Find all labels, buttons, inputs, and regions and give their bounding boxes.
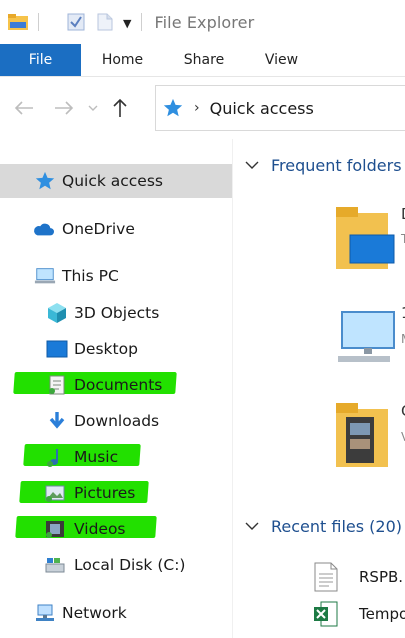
recent-files-header[interactable]: Recent files (20) [245, 514, 402, 538]
back-button[interactable] [4, 88, 44, 128]
address-bar[interactable]: › Quick access [155, 85, 405, 131]
folder-name: D [401, 205, 405, 223]
section-title: Frequent folders [271, 155, 402, 175]
toolbar-separator [141, 13, 143, 31]
content-pane: Frequent folders D T 1 M C V Recent file… [233, 139, 405, 638]
arrow-right-icon [55, 101, 74, 115]
text-file-icon [314, 562, 338, 592]
nav-item-videos[interactable]: Videos [0, 512, 232, 546]
list-item[interactable]: RSPB. [313, 562, 403, 592]
nav-item-label: Documents [74, 376, 163, 394]
nav-item-label: Pictures [74, 484, 136, 502]
nav-item-desktop[interactable]: Desktop [0, 332, 232, 366]
chevron-down-icon [245, 161, 259, 169]
up-button[interactable] [102, 88, 138, 128]
nav-item-this-pc[interactable]: This PC [0, 259, 232, 293]
folder-location: T [401, 232, 405, 246]
folder-icon[interactable] [328, 397, 405, 477]
computer-icon[interactable] [328, 304, 405, 384]
address-path: Quick access [209, 98, 314, 118]
film-strip-icon [44, 518, 66, 540]
nav-item-documents[interactable]: Documents [0, 368, 232, 402]
chevron-down-icon [245, 522, 259, 530]
desktop-icon [46, 338, 68, 360]
tab-share[interactable]: Share [164, 44, 244, 76]
cloud-icon [32, 218, 54, 240]
arrow-up-icon [113, 98, 127, 117]
list-item[interactable]: Tempo [313, 599, 405, 629]
properties-icon[interactable] [67, 13, 85, 31]
document-icon [46, 374, 68, 396]
file-name: Tempo [359, 605, 405, 623]
new-folder-icon[interactable] [97, 13, 113, 31]
nav-item-downloads[interactable]: Downloads [0, 404, 232, 438]
nav-item-label: Local Disk (C:) [74, 556, 186, 574]
computer-icon [34, 265, 56, 287]
customize-toolbar-dropdown-icon[interactable]: ▼ [123, 17, 131, 30]
arrow-left-icon [14, 101, 33, 115]
nav-item-label: Quick access [62, 172, 163, 190]
tab-file[interactable]: File [0, 44, 81, 76]
network-icon [34, 602, 56, 624]
window-title: File Explorer [154, 12, 255, 32]
tab-home[interactable]: Home [81, 44, 164, 76]
folder-name: 1 [401, 304, 405, 322]
forward-button[interactable] [44, 88, 84, 128]
folder-location: M [401, 332, 405, 346]
toolbar-separator [38, 13, 39, 31]
file-name: RSPB. [359, 568, 404, 586]
star-icon [34, 170, 56, 192]
cube-icon [46, 302, 68, 324]
navigation-pane: Quick access OneDrive This PC 3D Objects… [0, 139, 232, 638]
chevron-down-icon [88, 105, 98, 111]
folder-name: C [401, 402, 405, 420]
nav-item-label: Network [62, 604, 127, 622]
picture-icon [44, 482, 66, 504]
folder-location: V [401, 430, 405, 444]
nav-item-quick-access[interactable]: Quick access [0, 164, 232, 198]
download-arrow-icon [46, 410, 68, 432]
nav-item-label: Videos [74, 520, 126, 538]
nav-item-music[interactable]: Music [0, 440, 232, 474]
title-bar: ▼ File Explorer [0, 0, 405, 44]
nav-item-network[interactable]: Network [0, 596, 232, 630]
folder-icon[interactable] [328, 199, 405, 279]
excel-file-icon [314, 601, 338, 627]
nav-item-3d-objects[interactable]: 3D Objects [0, 296, 232, 330]
nav-item-label: This PC [62, 267, 119, 285]
chevron-right-icon[interactable]: › [194, 100, 200, 116]
ribbon-tabs: File Home Share View [0, 44, 405, 77]
nav-item-local-disk[interactable]: Local Disk (C:) [0, 548, 232, 582]
nav-item-onedrive[interactable]: OneDrive [0, 212, 232, 246]
nav-item-label: 3D Objects [74, 304, 160, 322]
nav-item-label: Downloads [74, 412, 160, 430]
recent-locations-button[interactable] [84, 88, 102, 128]
tab-view[interactable]: View [244, 44, 319, 76]
nav-item-pictures[interactable]: Pictures [0, 476, 232, 510]
nav-item-label: Desktop [74, 340, 138, 358]
folder-icon [8, 14, 28, 30]
music-note-icon [44, 446, 66, 468]
nav-item-label: OneDrive [62, 220, 135, 238]
section-title: Recent files (20) [271, 516, 403, 536]
quick-access-toolbar: ▼ [0, 0, 152, 44]
star-icon [163, 98, 183, 117]
nav-item-label: Music [74, 448, 119, 466]
frequent-folders-header[interactable]: Frequent folders [245, 153, 402, 177]
hard-drive-icon [44, 554, 66, 576]
navigation-bar: › Quick access [0, 77, 405, 139]
